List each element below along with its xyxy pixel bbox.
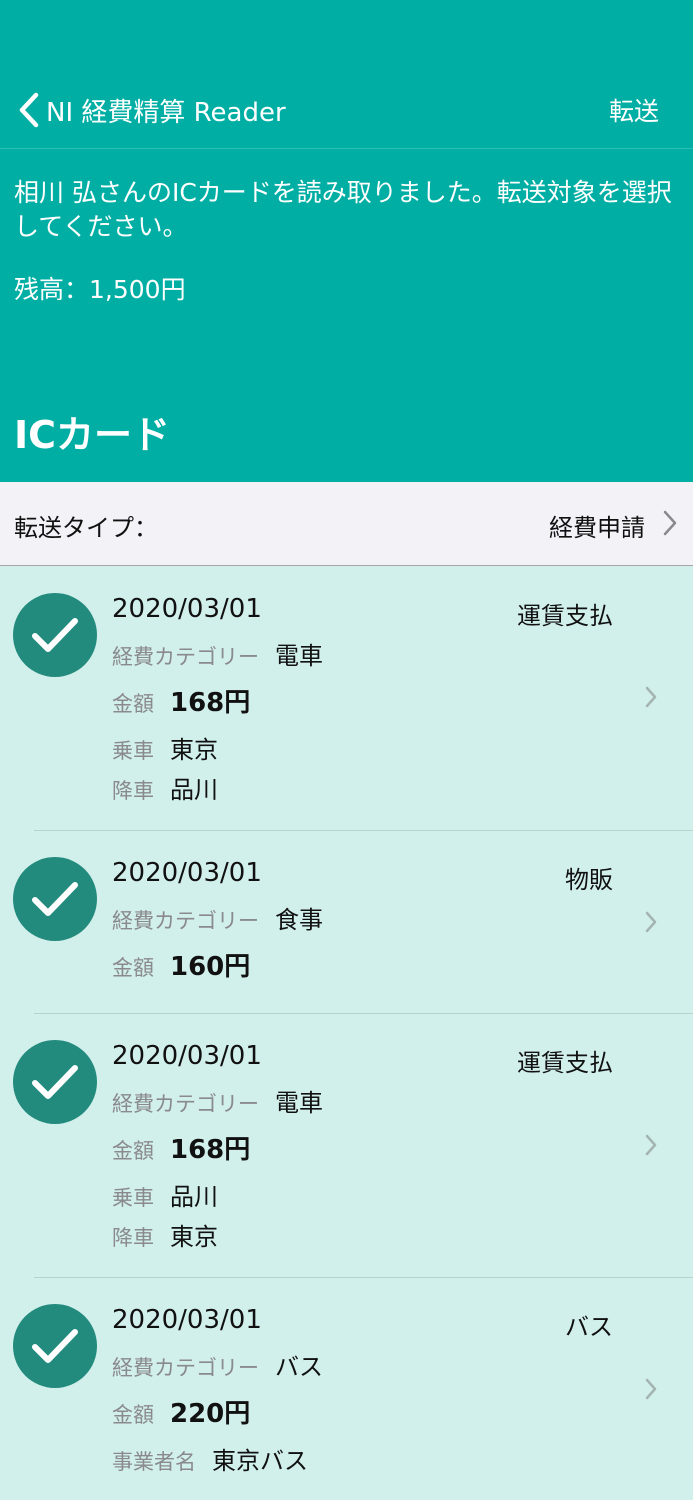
transfer-type-value: 経費申請 [549,514,645,542]
operator-value: 東京バス [212,1447,308,1475]
alighting-value: 品川 [170,776,218,804]
back-button[interactable]: NI 経費精算 Reader [18,90,286,130]
transaction-kind: 物販 [565,866,613,894]
chevron-right-icon [663,510,677,540]
amount-row: 金額 160円 [112,946,250,983]
amount-label: 金額 [112,1403,154,1427]
transaction-kind: バス [565,1313,613,1341]
amount-value: 160円 [170,952,251,982]
checkmark-icon[interactable] [13,1040,97,1124]
category-label: 経費カテゴリー [112,1356,259,1380]
category-row: 経費カテゴリー 電車 [112,1083,323,1118]
transfer-button[interactable]: 転送 [609,92,659,128]
transaction-date: 2020/03/01 [112,858,262,888]
checkmark-icon[interactable] [13,857,97,941]
transaction-item[interactable]: 2020/03/01 物販 経費カテゴリー 食事 金額 160円 [0,831,693,1013]
operator-row: 事業者名 東京バス [112,1441,308,1476]
amount-value: 168円 [170,1135,251,1165]
amount-label: 金額 [112,956,154,980]
balance-text: 残高：1,500円 [14,275,186,304]
amount-value: 168円 [170,688,251,718]
operator-label: 事業者名 [112,1450,196,1474]
chevron-right-icon [645,911,657,937]
chevron-right-icon [645,1134,657,1160]
header: NI 経費精算 Reader 転送 相川 弘さんのICカードを読み取りました。転… [0,0,693,482]
chevron-left-icon [18,92,40,128]
boarding-row: 乗車 品川 [112,1177,218,1212]
amount-value: 220円 [170,1399,251,1429]
category-value: バス [275,1353,323,1381]
category-label: 経費カテゴリー [112,645,259,669]
read-message: 相川 弘さんのICカードを読み取りました。転送対象を選択してください。 [14,178,672,241]
category-label: 経費カテゴリー [112,1092,259,1116]
boarding-label: 乗車 [112,739,154,763]
boarding-label: 乗車 [112,1186,154,1210]
transaction-kind: 運賃支払 [517,1049,613,1077]
boarding-row: 乗車 東京 [112,730,218,765]
category-row: 経費カテゴリー バス [112,1347,323,1382]
category-label: 経費カテゴリー [112,909,259,933]
category-value: 電車 [275,642,323,670]
transaction-item[interactable]: 2020/03/01 運賃支払 経費カテゴリー 電車 金額 168円 乗車 品川… [0,1014,693,1277]
transaction-date: 2020/03/01 [112,594,262,624]
checkmark-icon[interactable] [13,593,97,677]
category-row: 経費カテゴリー 食事 [112,900,323,935]
transaction-item[interactable]: 2020/03/01 運賃支払 経費カテゴリー 電車 金額 168円 乗車 東京… [0,566,693,830]
amount-row: 金額 168円 [112,1129,250,1166]
transaction-kind: 運賃支払 [517,602,613,630]
boarding-value: 東京 [170,736,218,764]
category-value: 電車 [275,1089,323,1117]
transfer-type-label: 転送タイプ： [14,514,158,542]
transaction-date: 2020/03/01 [112,1305,262,1335]
back-button-label: NI 経費精算 Reader [46,97,286,128]
transaction-item[interactable]: 2020/03/01 バス 経費カテゴリー バス 金額 220円 事業者名 東京… [0,1278,693,1500]
nav-divider [0,148,693,149]
category-row: 経費カテゴリー 電車 [112,636,323,671]
amount-label: 金額 [112,692,154,716]
alighting-value: 東京 [170,1223,218,1251]
transfer-type-row[interactable]: 転送タイプ： 経費申請 [0,482,693,566]
alighting-row: 降車 品川 [112,770,218,805]
chevron-right-icon [645,1378,657,1404]
boarding-value: 品川 [170,1183,218,1211]
amount-row: 金額 220円 [112,1393,250,1430]
chevron-right-icon [645,686,657,712]
alighting-label: 降車 [112,1226,154,1250]
checkmark-icon[interactable] [13,1304,97,1388]
alighting-row: 降車 東京 [112,1217,218,1252]
amount-row: 金額 168円 [112,682,250,719]
transaction-date: 2020/03/01 [112,1041,262,1071]
page-title: ICカード [14,413,171,457]
category-value: 食事 [275,906,323,934]
amount-label: 金額 [112,1139,154,1163]
alighting-label: 降車 [112,779,154,803]
